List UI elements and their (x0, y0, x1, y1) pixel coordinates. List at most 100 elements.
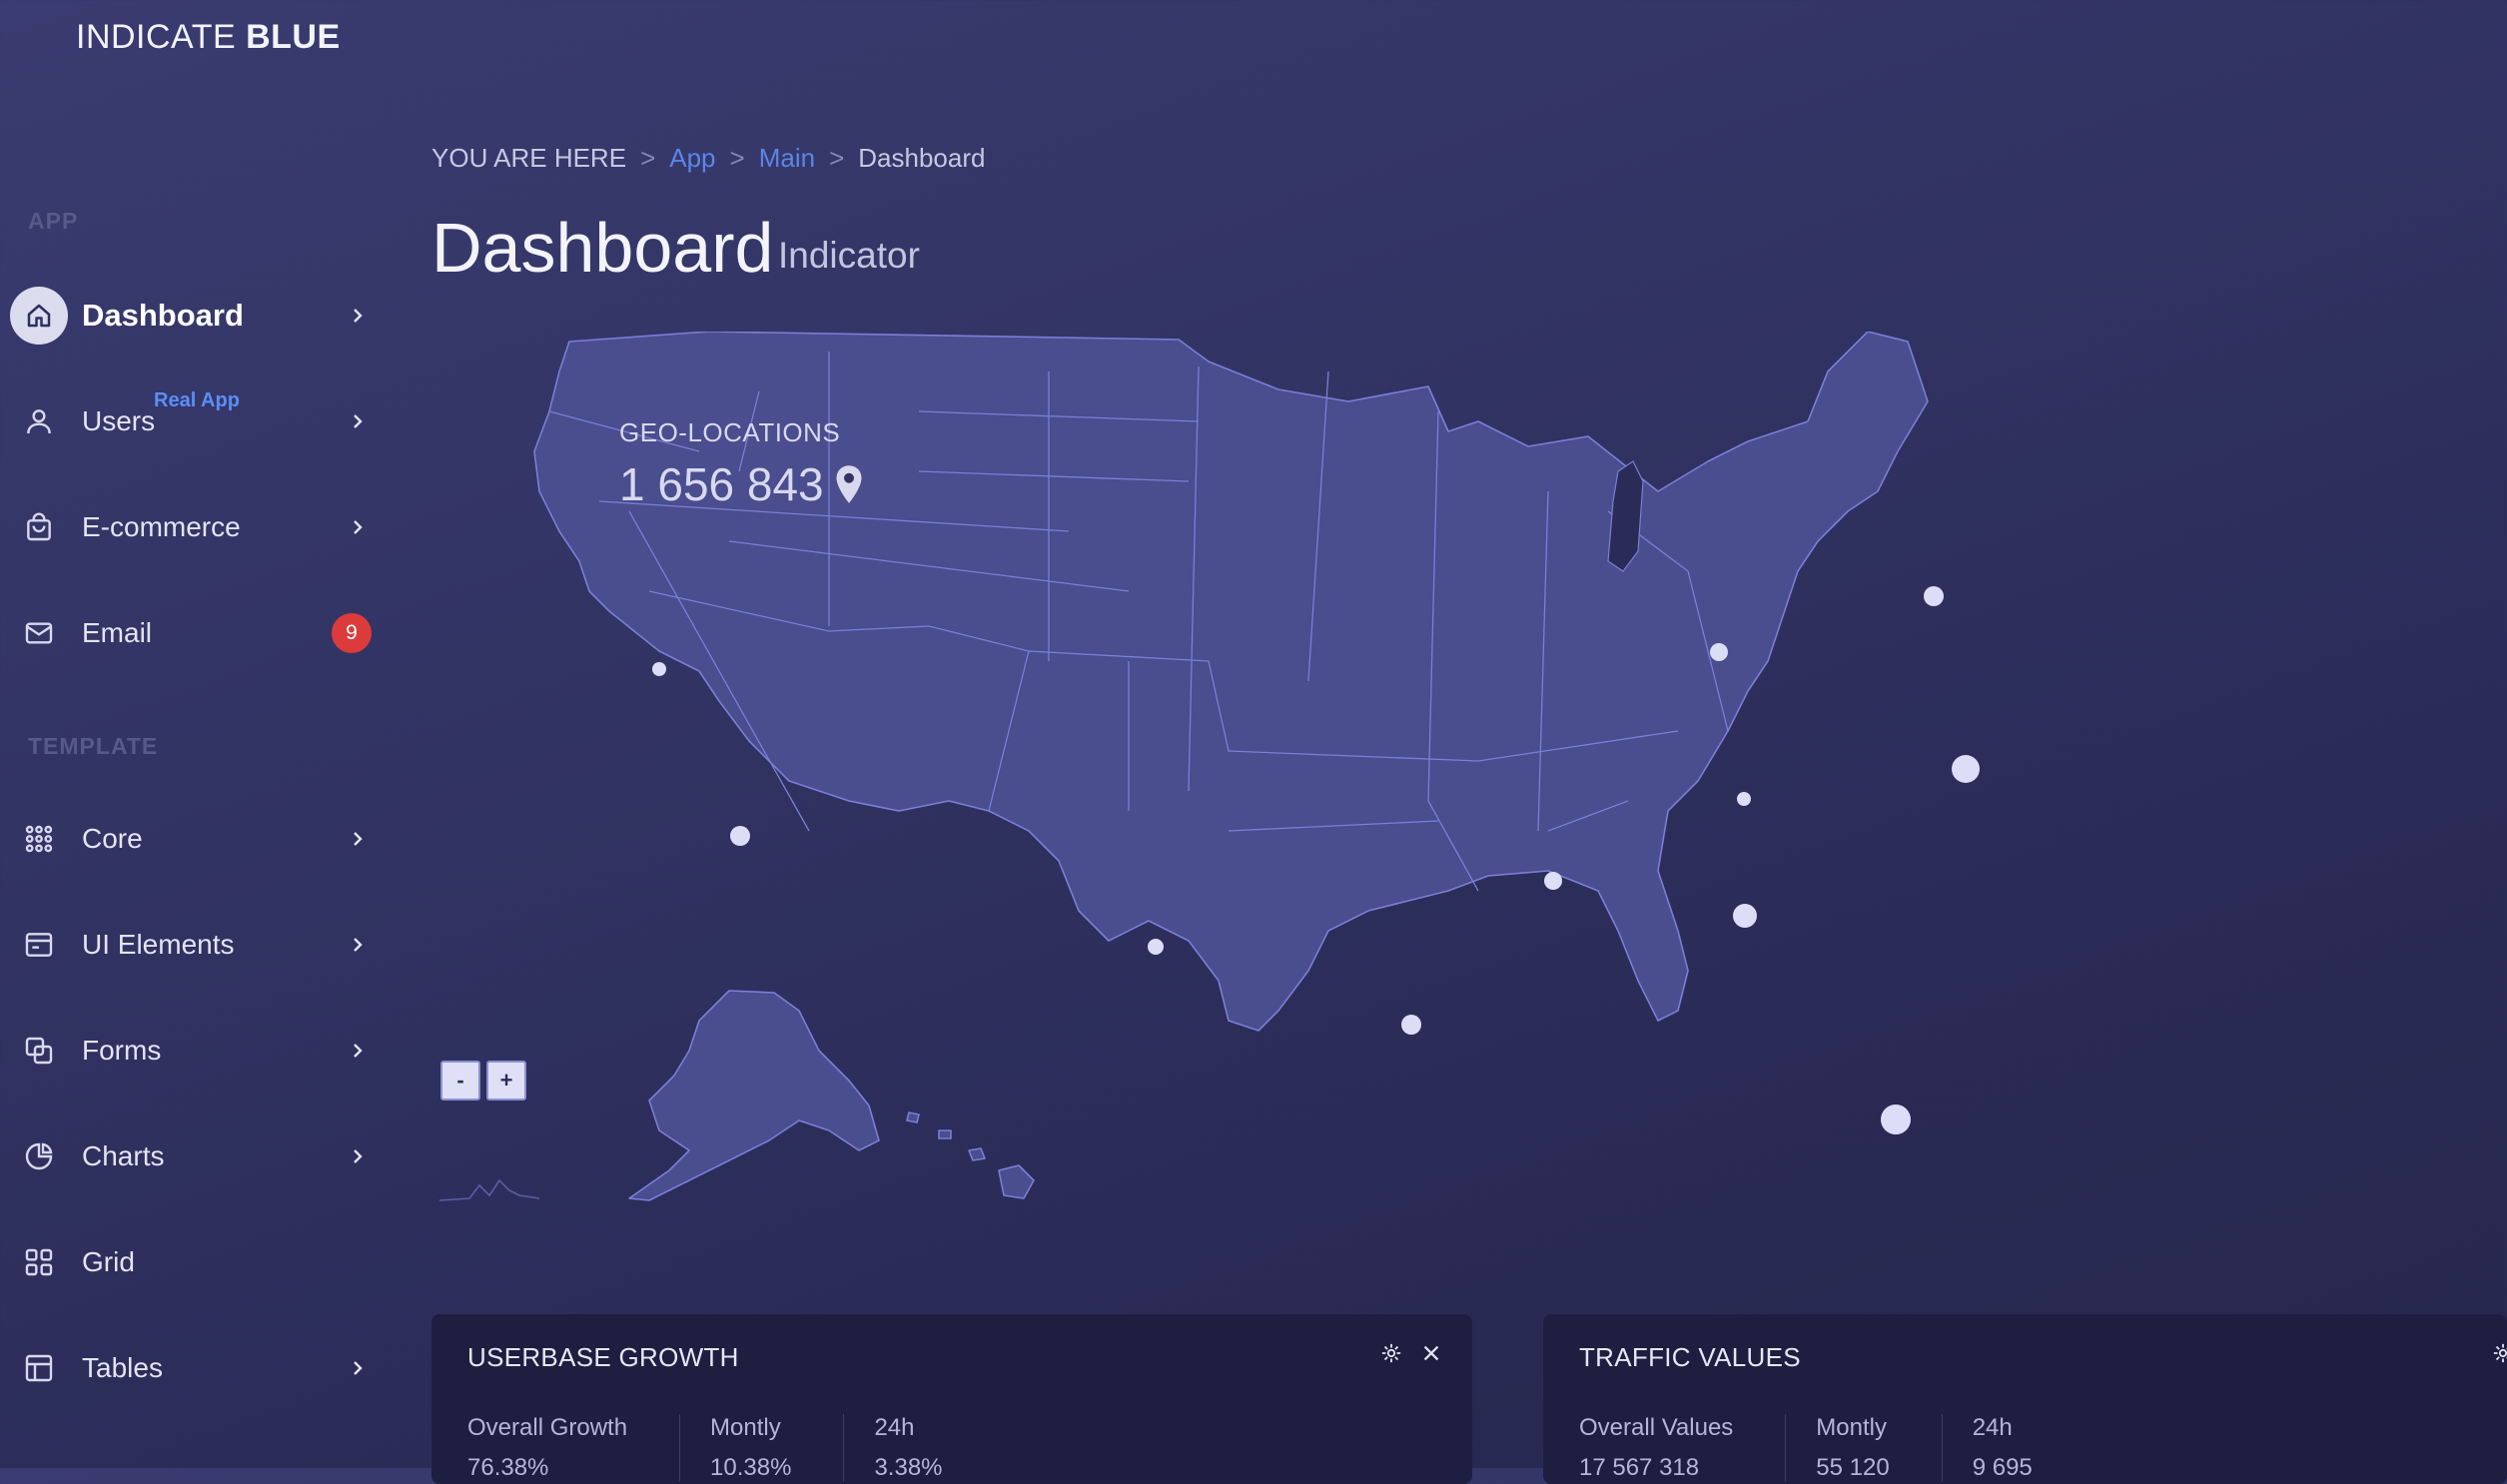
card-stats: Overall Values 17 567 318 Montly 55 120 … (1579, 1414, 2085, 1482)
breadcrumb-prefix: YOU ARE HERE (431, 143, 627, 173)
map-marker (1881, 1105, 1911, 1134)
sidebar-item-grid[interactable]: Grid (0, 1222, 380, 1302)
card-tools (1380, 1342, 1442, 1364)
sidebar-item-ecommerce[interactable]: E-commerce (0, 487, 380, 567)
stat-label: 24h (1972, 1414, 2013, 1441)
stat-label: Montly (710, 1414, 781, 1441)
geo-locations-count: 1 656 843 (619, 458, 824, 510)
sidebar: APP Dashboard Users Real App E-commerce … (0, 0, 400, 1468)
sidebar-item-label: Email (82, 617, 153, 648)
stat-overall: Overall Values 17 567 318 (1579, 1414, 1785, 1482)
stat-value: 3.38% (874, 1454, 943, 1481)
close-icon[interactable] (1420, 1342, 1442, 1364)
map-marker (1544, 872, 1562, 890)
traffic-values-card: TRAFFIC VALUES Overall Values 17 567 318… (1543, 1314, 2507, 1484)
sidebar-item-forms[interactable]: Forms (0, 1011, 380, 1091)
sidebar-item-label: Users (82, 405, 156, 436)
sidebar-item-email[interactable]: Email 9 (0, 593, 380, 673)
stat-label: Overall Growth (467, 1414, 628, 1441)
sidebar-item-label: Core (82, 823, 143, 854)
breadcrumb-current: Dashboard (858, 143, 986, 173)
map-marker (652, 662, 666, 676)
zoom-out-button[interactable]: - (440, 1061, 480, 1101)
breadcrumb-link-app[interactable]: App (669, 143, 715, 174)
pie-chart-icon (22, 1139, 56, 1173)
card-stats: Overall Growth 76.38% Montly 10.38% 24h … (467, 1414, 995, 1482)
sidebar-item-users[interactable]: Users Real App (0, 381, 380, 461)
map-marker (1401, 1015, 1421, 1035)
mail-icon (22, 616, 56, 650)
page-title: Dashboard (431, 209, 774, 287)
breadcrumb-separator: > (729, 143, 745, 173)
alaska (628, 990, 880, 1201)
map-marker (730, 826, 750, 846)
hawaii (906, 1112, 1035, 1199)
zoom-in-button[interactable]: + (486, 1061, 526, 1101)
stat-value: 10.38% (710, 1454, 792, 1481)
sidebar-item-label: Dashboard (82, 298, 244, 333)
sidebar-item-label: E-commerce (82, 511, 241, 542)
sidebar-section-app: APP (28, 208, 79, 234)
stat-monthly: Montly 10.38% (679, 1414, 843, 1482)
stat-label: 24h (874, 1414, 915, 1441)
stat-overall: Overall Growth 76.38% (467, 1414, 679, 1482)
real-app-tag: Real App (154, 389, 240, 411)
map-marker (1952, 755, 1980, 783)
map-marker (1737, 792, 1751, 806)
page-subtitle: Indicator (778, 235, 920, 276)
sidebar-item-tables[interactable]: Tables (0, 1328, 380, 1408)
email-count-badge: 9 (332, 613, 372, 653)
map-marker (1148, 939, 1164, 955)
window-icon (22, 928, 56, 962)
chevron-right-icon (354, 414, 363, 428)
stat-24h: 24h 3.38% (843, 1414, 994, 1482)
map-marker (1733, 904, 1757, 928)
breadcrumb-separator: > (640, 143, 656, 173)
user-icon (22, 404, 56, 438)
stat-monthly: Montly 55 120 (1785, 1414, 1941, 1482)
chevron-right-icon (354, 938, 363, 952)
sidebar-item-label: Grid (82, 1246, 135, 1277)
stat-24h: 24h 9 695 (1941, 1414, 2085, 1482)
map-pin-icon (836, 465, 862, 503)
geo-locations-label: GEO-LOCATIONS (619, 417, 841, 447)
chevron-right-icon (354, 1361, 363, 1375)
home-icon (10, 287, 68, 345)
breadcrumb: YOU ARE HERE > App > Main > Dashboard (431, 143, 985, 174)
chevron-right-icon (354, 832, 363, 846)
grid-dots-icon (22, 822, 56, 856)
sidebar-item-dashboard[interactable]: Dashboard (0, 276, 380, 356)
card-title: TRAFFIC VALUES (1579, 1342, 1801, 1372)
chevron-right-icon (354, 520, 363, 534)
card-tools (2492, 1342, 2507, 1364)
settings-icon[interactable] (1380, 1342, 1402, 1364)
sidebar-item-core[interactable]: Core (0, 799, 380, 879)
stat-value: 55 120 (1816, 1454, 1890, 1481)
stat-label: Overall Values (1579, 1414, 1734, 1441)
settings-icon[interactable] (2492, 1342, 2507, 1364)
grid-icon (22, 1245, 56, 1279)
sidebar-item-charts[interactable]: Charts (0, 1116, 380, 1196)
geo-locations-value: 1 656 843 (619, 457, 864, 511)
forms-icon (22, 1034, 56, 1068)
stat-label: Montly (1816, 1414, 1887, 1441)
sidebar-item-label: Tables (82, 1352, 163, 1383)
table-icon (22, 1351, 56, 1385)
breadcrumb-link-main[interactable]: Main (759, 143, 815, 174)
bag-icon (22, 510, 56, 544)
mini-sparkline (438, 1178, 540, 1201)
userbase-growth-card: USERBASE GROWTH Overall Growth 76.38% Mo… (431, 1314, 1472, 1484)
chevron-right-icon (354, 1044, 363, 1058)
map-marker (1924, 586, 1944, 606)
sidebar-item-label: Charts (82, 1140, 165, 1171)
sidebar-section-template: TEMPLATE (28, 733, 159, 759)
stat-value: 17 567 318 (1579, 1454, 1700, 1481)
sidebar-item-label: Forms (82, 1035, 162, 1066)
chevron-right-icon (354, 309, 363, 323)
sidebar-item-label: UI Elements (82, 929, 235, 960)
stat-value: 76.38% (467, 1454, 549, 1481)
chevron-right-icon (354, 1149, 363, 1163)
stat-value: 9 695 (1972, 1454, 2033, 1481)
map-marker (1710, 643, 1728, 661)
sidebar-item-ui-elements[interactable]: UI Elements (0, 905, 380, 985)
